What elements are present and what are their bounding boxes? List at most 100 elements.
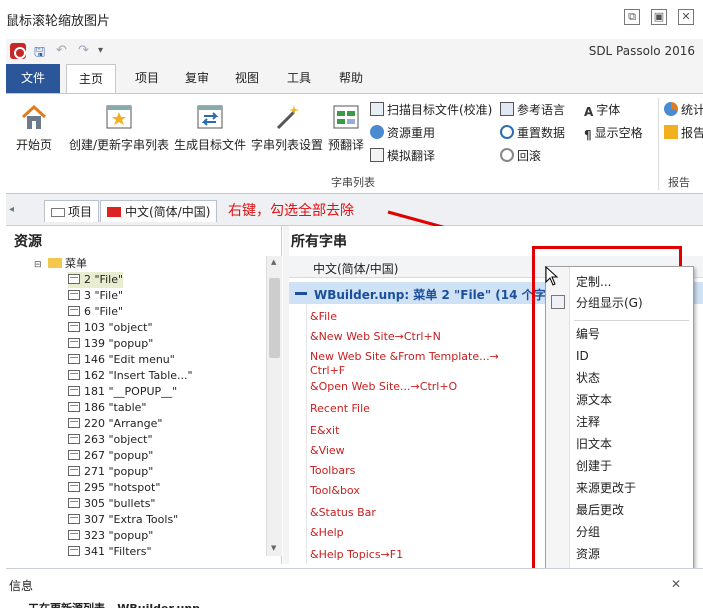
tree-item[interactable]: 295 "hotspot" <box>68 480 160 496</box>
tree-item[interactable]: 263 "object" <box>68 432 153 448</box>
tab-scroll-left-icon[interactable]: ◂ <box>9 204 14 215</box>
string-row[interactable]: &Status Bar <box>310 506 376 520</box>
context-menu-item[interactable]: 分组显示(G) <box>576 293 643 313</box>
context-menu-item[interactable]: 最后更改 <box>576 500 624 520</box>
context-menu-item[interactable]: 资源 <box>576 544 600 564</box>
tree-item-label: 305 "bullets" <box>84 497 156 510</box>
context-menu-item[interactable]: 编号 <box>576 324 600 344</box>
rollback-button[interactable]: 回滚 <box>500 146 541 166</box>
context-menu-item[interactable]: 注释 <box>576 412 600 432</box>
tab-file[interactable]: 文件 <box>6 64 60 93</box>
string-row[interactable]: &Help Topics→F1 <box>310 548 403 562</box>
string-row[interactable]: Ctrl+F <box>310 364 345 378</box>
tree-item-label: 295 "hotspot" <box>84 481 161 494</box>
context-menu-item[interactable]: 分组 <box>576 522 600 542</box>
tree-item[interactable]: 305 "bullets" <box>68 496 156 512</box>
resources-scroll-thumb[interactable] <box>269 278 280 358</box>
context-menu-item[interactable]: 旧文本 <box>576 434 612 454</box>
resources-tree[interactable]: ⊟ 菜单 2 "File" 3 "File" 6 "File" 103 "object… <box>6 256 264 556</box>
tree-item[interactable]: 146 "Edit menu" <box>68 352 175 368</box>
report-button[interactable]: 报告 <box>664 123 703 143</box>
tree-item[interactable]: 2 "File" <box>68 272 124 288</box>
tree-item[interactable]: 271 "popup" <box>68 464 153 480</box>
tab-project[interactable]: 项目 <box>126 64 168 93</box>
tree-root-label: 菜单 <box>65 257 88 270</box>
context-menu-item[interactable]: 状态 <box>576 368 600 388</box>
tree-item[interactable]: 6 "File" <box>68 304 123 320</box>
context-menu-item[interactable]: ID <box>576 346 589 366</box>
tab-home[interactable]: 主页 <box>66 64 116 94</box>
ref-language-button[interactable]: 参考语言 <box>500 100 565 120</box>
string-row[interactable]: &Open Web Site...→Ctrl+O <box>310 380 457 394</box>
string-row[interactable]: &New Web Site→Ctrl+N <box>310 330 441 344</box>
start-page-label: 开始页 <box>15 138 52 152</box>
tree-item[interactable]: 103 "object" <box>68 320 153 336</box>
pretranslate-button[interactable]: 预翻译 <box>326 102 366 153</box>
tree-item[interactable]: 162 "Insert Table..." <box>68 368 193 384</box>
scroll-down-icon[interactable]: ▼ <box>271 544 276 552</box>
ref-language-icon <box>500 102 514 116</box>
quick-access-toolbar: 🖫 ↶ ↷ ▾ SDL Passolo 2016 <box>6 39 703 64</box>
tree-item[interactable]: 323 "popup" <box>68 528 153 544</box>
font-button[interactable]: A 字体 <box>584 100 620 120</box>
context-menu-item[interactable]: 源文本 <box>576 390 612 410</box>
window-close-button[interactable]: ✕ <box>678 9 694 25</box>
resources-scrollbar[interactable]: ▲ ▼ <box>266 256 282 556</box>
redo-icon[interactable]: ↷ <box>78 43 89 58</box>
popout-button[interactable]: ⧉ <box>624 9 640 25</box>
tree-item[interactable]: 267 "popup" <box>68 448 153 464</box>
tab-project-doc[interactable]: 项目 <box>44 200 100 222</box>
ribbon-tabbar: 文件 主页 项目 复审 视图 工具 帮助 <box>6 64 703 94</box>
undo-icon[interactable]: ↶ <box>56 43 67 58</box>
pilcrow-icon: ¶ <box>584 128 592 142</box>
string-row[interactable]: Toolbars <box>310 464 355 478</box>
save-icon[interactable]: 🖫 <box>34 43 45 65</box>
list-settings-button[interactable]: 字串列表设置 <box>250 102 324 153</box>
string-row[interactable]: New Web Site &From Template...→ <box>310 350 499 364</box>
string-row[interactable]: &View <box>310 444 345 458</box>
context-menu-item[interactable]: 创建于 <box>576 456 612 476</box>
qat-more-icon[interactable]: ▾ <box>98 45 103 56</box>
tab-review[interactable]: 复审 <box>176 64 218 93</box>
context-menu-item[interactable]: 定制... <box>576 272 611 292</box>
tree-item[interactable]: 220 "Arrange" <box>68 416 162 432</box>
string-row[interactable]: Tool&box <box>310 484 360 498</box>
tab-language[interactable]: 中文(简体/中国) <box>100 200 218 222</box>
scan-target-button[interactable]: 扫描目标文件(校准) <box>370 100 492 120</box>
context-menu-item[interactable]: 来源更改于 <box>576 478 636 498</box>
resource-reuse-button[interactable]: 资源重用 <box>370 123 435 143</box>
tab-tools[interactable]: 工具 <box>278 64 320 93</box>
tree-item[interactable]: 139 "popup" <box>68 336 153 352</box>
generate-target-button[interactable]: 生成目标文件 <box>172 102 248 153</box>
scroll-up-icon[interactable]: ▲ <box>271 258 276 266</box>
reset-data-button[interactable]: 重置数据 <box>500 123 565 143</box>
create-update-label: 创建/更新字串列表 <box>68 138 170 152</box>
tree-item[interactable]: 186 "table" <box>68 400 146 416</box>
menu-resource-icon <box>68 514 80 524</box>
tree-root[interactable]: ⊟ 菜单 <box>34 256 87 272</box>
menu-resource-icon <box>68 466 80 476</box>
tree-item[interactable]: 341 "Filters" <box>68 544 152 556</box>
tree-item[interactable]: 181 "__POPUP__" <box>68 384 177 400</box>
stats-button[interactable]: 统计 <box>664 100 703 120</box>
restore-button[interactable]: ▣ <box>651 9 667 25</box>
tree-collapse-icon[interactable]: ⊟ <box>34 260 42 270</box>
string-row[interactable]: &File <box>310 310 337 324</box>
string-row[interactable]: &Help <box>310 526 344 540</box>
group-label-string-list: 字串列表 <box>331 176 375 189</box>
simulate-translate-button[interactable]: 模拟翻译 <box>370 146 435 166</box>
reset-icon <box>500 125 514 139</box>
start-page-button[interactable]: 开始页 <box>12 102 56 153</box>
info-close-icon[interactable]: ✕ <box>671 577 681 591</box>
string-row[interactable]: E&xit <box>310 424 339 438</box>
tree-item[interactable]: 307 "Extra Tools" <box>68 512 178 528</box>
tab-view[interactable]: 视图 <box>226 64 268 93</box>
tab-help[interactable]: 帮助 <box>330 64 372 93</box>
menu-resource-icon <box>68 530 80 540</box>
string-row[interactable]: Recent File <box>310 402 370 416</box>
group-collapse-icon[interactable] <box>295 292 307 295</box>
create-update-button[interactable]: 创建/更新字串列表 <box>66 102 172 153</box>
show-spaces-button[interactable]: ¶ 显示空格 <box>584 123 643 143</box>
tree-item[interactable]: 3 "File" <box>68 288 123 304</box>
simulate-translate-label: 模拟翻译 <box>387 149 436 163</box>
